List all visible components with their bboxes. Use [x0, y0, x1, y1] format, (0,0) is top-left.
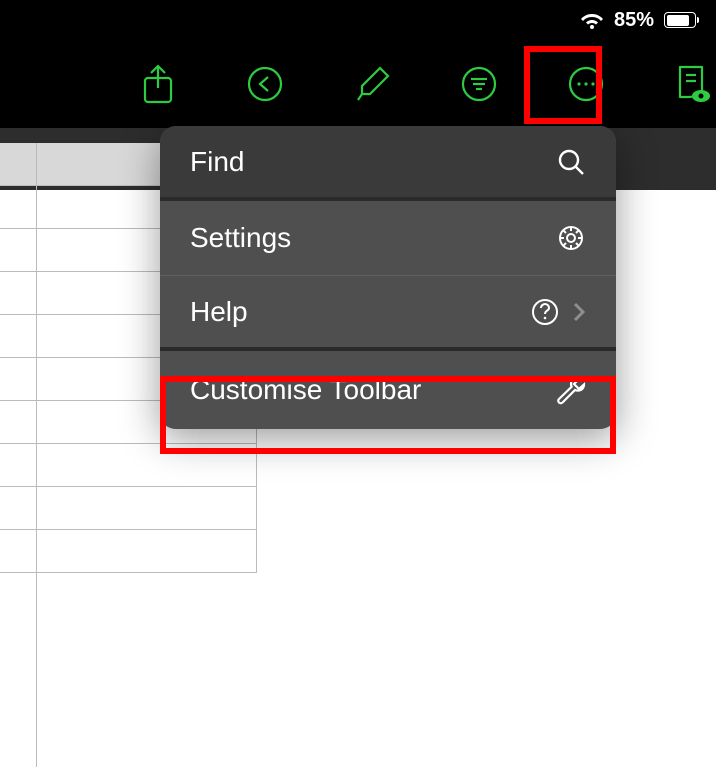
cell[interactable]	[37, 444, 257, 487]
document-visibility-button[interactable]	[671, 60, 716, 108]
menu-label: Settings	[190, 222, 291, 254]
row-header[interactable]	[0, 272, 36, 315]
row-header[interactable]	[0, 358, 36, 401]
menu-item-settings[interactable]: Settings	[160, 201, 616, 276]
row-header[interactable]	[0, 487, 36, 530]
cell[interactable]	[37, 530, 257, 573]
format-brush-button[interactable]	[349, 60, 394, 108]
row-header[interactable]	[0, 444, 36, 487]
menu-item-find[interactable]: Find	[160, 126, 616, 201]
menu-item-help[interactable]: Help	[160, 276, 616, 351]
chevron-right-icon	[572, 301, 586, 323]
menu-item-customise-toolbar[interactable]: Customise Toolbar	[160, 351, 616, 429]
menu-label: Customise Toolbar	[190, 374, 421, 406]
gear-icon	[556, 223, 586, 253]
search-icon	[556, 147, 586, 177]
wrench-icon	[554, 374, 586, 406]
share-button[interactable]	[135, 60, 180, 108]
more-menu-popover: Find Settings Help	[160, 126, 616, 429]
menu-label: Find	[190, 146, 244, 178]
row-header[interactable]	[0, 401, 36, 444]
battery-icon	[664, 12, 696, 28]
filter-button[interactable]	[457, 60, 502, 108]
menu-label: Help	[190, 296, 248, 328]
row-header[interactable]	[0, 315, 36, 358]
help-icon	[530, 297, 560, 327]
cell[interactable]	[37, 487, 257, 530]
row-header-column	[0, 143, 37, 767]
more-button[interactable]	[564, 60, 609, 108]
undo-button[interactable]	[242, 60, 287, 108]
row-header[interactable]	[0, 143, 36, 186]
row-header[interactable]	[0, 530, 36, 573]
battery-percent-text: 85%	[614, 9, 654, 32]
wifi-icon	[580, 11, 604, 29]
row-header[interactable]	[0, 229, 36, 272]
toolbar	[0, 40, 716, 128]
row-header[interactable]	[0, 186, 36, 229]
status-bar: 85%	[0, 0, 716, 40]
